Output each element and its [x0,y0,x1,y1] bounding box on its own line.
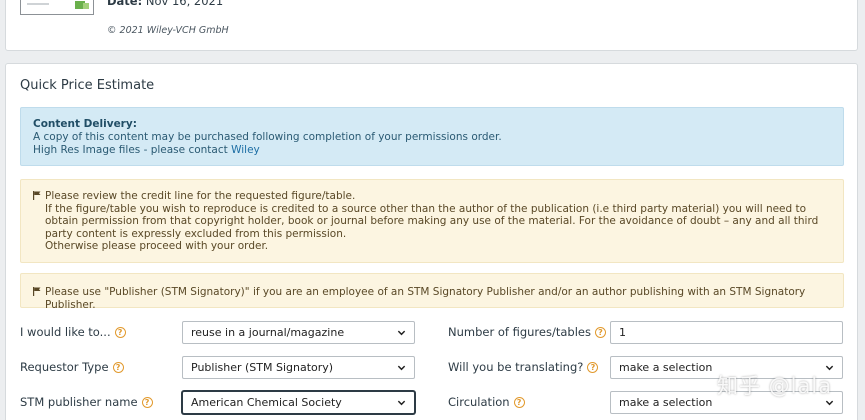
help-icon[interactable]: ? [594,326,606,338]
translating-label: Will you be translating? ? [448,360,599,374]
flag-icon [33,287,41,296]
would-like-value: reuse in a journal/magazine [191,326,345,339]
would-like-label-text: I would like to... [20,325,111,339]
notice-footer: Otherwise please proceed with your order… [45,240,269,252]
copyright-text: © 2021 Wiley-VCH GmbH [107,25,229,36]
content-delivery-title: Content Delivery: [33,118,137,130]
wiley-contact-link[interactable]: Wiley [231,144,260,156]
article-thumbnail [20,0,94,15]
stm-signatory-notice: Please use "Publisher (STM Signatory)" i… [20,273,844,311]
chevron-down-icon [397,400,406,406]
would-like-label: I would like to... ? [20,325,126,339]
watermark: 知乎 @lala [717,374,833,398]
chevron-down-icon [397,365,406,371]
content-delivery-contact: High Res Image files - please contact Wi… [33,144,831,157]
figures-label-text: Number of figures/tables [448,325,591,339]
stm-notice-text: Please use "Publisher (STM Signatory)" i… [45,286,806,311]
circulation-label: Circulation ? [448,395,525,409]
help-icon[interactable]: ? [587,361,599,373]
translating-label-text: Will you be translating? [448,360,584,374]
quick-price-estimate-card: Quick Price Estimate Content Delivery: A… [5,63,858,420]
content-delivery-alert: Content Delivery: A copy of this content… [20,107,844,166]
chevron-down-icon [397,330,406,336]
section-title: Quick Price Estimate [20,78,155,93]
stm-publisher-select[interactable]: American Chemical Society [182,391,415,414]
flag-icon [33,191,41,200]
article-info-card: Date: Nov 16, 2021 © 2021 Wiley-VCH GmbH [5,0,858,51]
requestor-type-select[interactable]: Publisher (STM Signatory) [182,356,415,379]
content-delivery-text: A copy of this content may be purchased … [33,131,502,143]
help-icon[interactable]: ? [141,396,153,408]
stm-publisher-label: STM publisher name ? [20,395,153,409]
date-value: Nov 16, 2021 [145,0,224,8]
requestor-label-text: Requestor Type [20,360,109,374]
requestor-value: Publisher (STM Signatory) [191,361,334,374]
stm-publisher-value: American Chemical Society [191,396,342,409]
would-like-select[interactable]: reuse in a journal/magazine [182,321,415,344]
figures-count-input[interactable]: 1 [610,321,843,344]
notice-heading: Please review the credit line for the re… [45,190,356,202]
stm-label-text: STM publisher name [20,395,138,409]
credit-line-notice: Please review the credit line for the re… [20,179,844,263]
circulation-label-text: Circulation [448,395,510,409]
circulation-value: make a selection [619,396,713,409]
contact-prefix: High Res Image files - please contact [33,144,232,156]
requestor-type-label: Requestor Type ? [20,360,124,374]
help-icon[interactable]: ? [114,326,126,338]
article-date: Date: Nov 16, 2021 [107,0,223,8]
date-label: Date: [107,0,143,8]
notice-body: If the figure/table you wish to reproduc… [45,202,819,240]
help-icon[interactable]: ? [513,396,525,408]
help-icon[interactable]: ? [112,361,124,373]
figures-count-label: Number of figures/tables ? [448,325,606,339]
translating-value: make a selection [619,361,713,374]
